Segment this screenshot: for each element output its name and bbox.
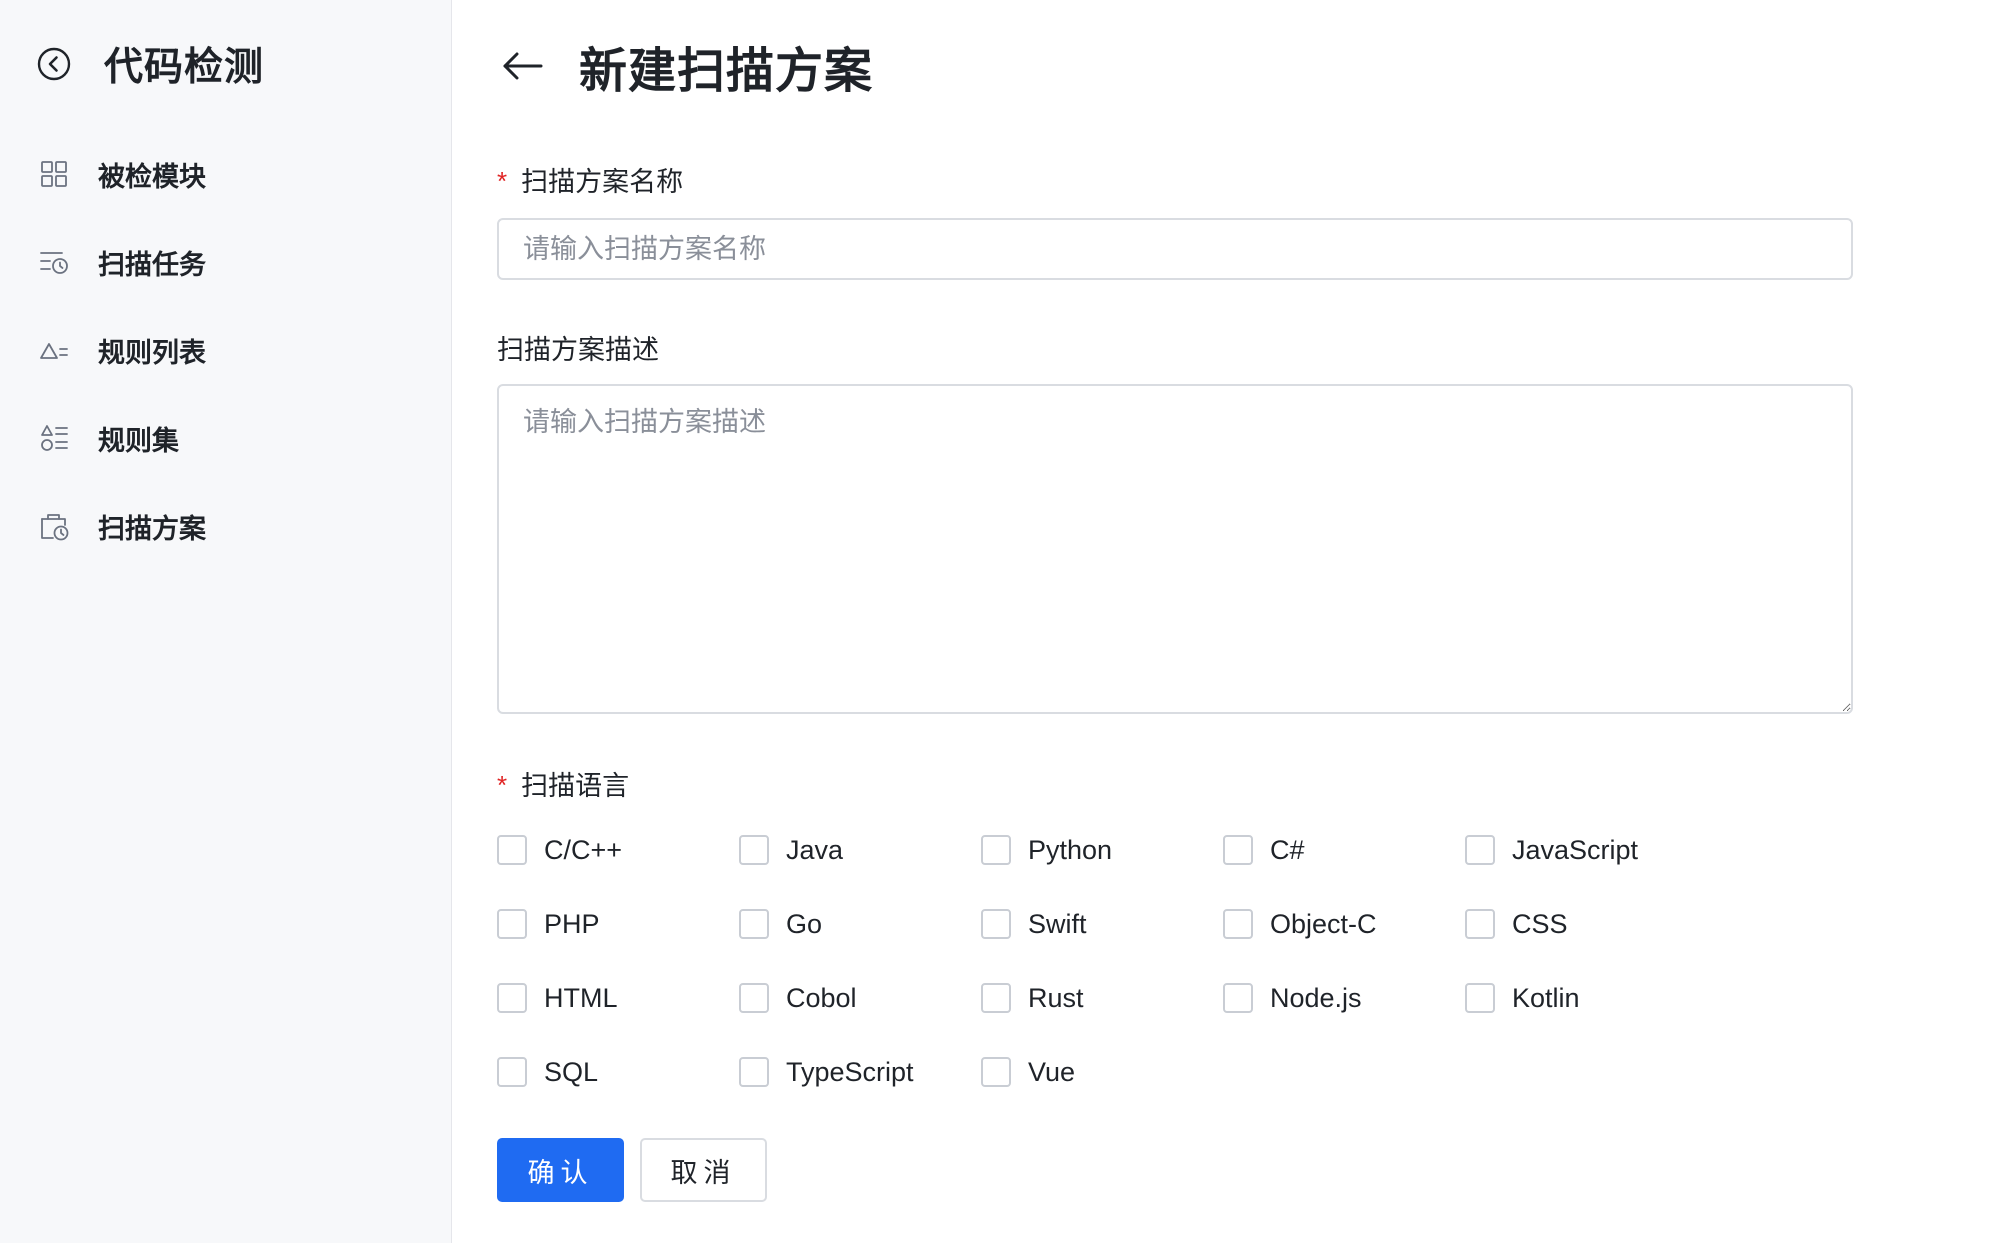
checkbox-label: Go bbox=[786, 908, 823, 939]
checkbox-box[interactable] bbox=[739, 983, 769, 1013]
checkbox-object-c[interactable]: Object-C bbox=[1223, 904, 1377, 944]
checkbox-label: Object-C bbox=[1270, 908, 1377, 939]
sidebar-title: 代码检测 bbox=[104, 46, 265, 89]
checkbox-javascript[interactable]: JavaScript bbox=[1465, 830, 1638, 870]
name-label-text: 扫描方案名称 bbox=[521, 167, 684, 197]
checkbox-box[interactable] bbox=[497, 983, 527, 1013]
plan-name-input[interactable] bbox=[497, 218, 1853, 280]
required-mark: * bbox=[497, 770, 508, 800]
checkbox-typescript[interactable]: TypeScript bbox=[739, 1052, 914, 1092]
sidebar-header: 代码检测 bbox=[36, 40, 264, 89]
checkbox-label: C# bbox=[1270, 834, 1305, 865]
checkbox-label: Node.js bbox=[1270, 982, 1362, 1013]
checkbox-box[interactable] bbox=[981, 835, 1011, 865]
checkbox-box[interactable] bbox=[739, 835, 769, 865]
page-title: 新建扫描方案 bbox=[579, 45, 874, 98]
plan-description-textarea[interactable] bbox=[497, 384, 1853, 714]
checkbox-box[interactable] bbox=[981, 909, 1011, 939]
checkbox-box[interactable] bbox=[739, 1057, 769, 1087]
checkbox-box[interactable] bbox=[1223, 909, 1253, 939]
sidebar-item-label: 规则集 bbox=[98, 425, 179, 456]
checkbox-label: Kotlin bbox=[1512, 982, 1580, 1013]
required-mark: * bbox=[497, 166, 508, 196]
checkbox-box[interactable] bbox=[497, 835, 527, 865]
sidebar-item-label: 扫描方案 bbox=[98, 513, 206, 544]
checkbox-html[interactable]: HTML bbox=[497, 978, 618, 1018]
checkbox-box[interactable] bbox=[981, 1057, 1011, 1087]
checkbox-box[interactable] bbox=[497, 909, 527, 939]
checkbox-cobol[interactable]: Cobol bbox=[739, 978, 857, 1018]
checkbox-box[interactable] bbox=[981, 983, 1011, 1013]
sidebar-item-label: 扫描任务 bbox=[98, 249, 206, 280]
checkbox-go[interactable]: Go bbox=[739, 904, 822, 944]
checkbox-label: TypeScript bbox=[786, 1056, 914, 1087]
checkbox-box[interactable] bbox=[1465, 983, 1495, 1013]
lang-field-label: * 扫描语言 bbox=[497, 764, 629, 803]
rule-set-icon bbox=[36, 420, 72, 456]
sidebar-item-modules[interactable]: 被检模块 bbox=[36, 130, 436, 218]
checkbox-box[interactable] bbox=[1465, 909, 1495, 939]
cancel-button[interactable]: 取消 bbox=[640, 1138, 767, 1202]
sidebar-item-tasks[interactable]: 扫描任务 bbox=[36, 218, 436, 306]
checkbox-box[interactable] bbox=[1223, 983, 1253, 1013]
main-content: 新建扫描方案 * 扫描方案名称 扫描方案描述 * 扫描语言 C/C++ Java… bbox=[453, 0, 2000, 1243]
confirm-button[interactable]: 确认 bbox=[497, 1138, 624, 1202]
task-clock-icon bbox=[36, 244, 72, 280]
grid-icon bbox=[36, 156, 72, 192]
page-header: 新建扫描方案 bbox=[497, 36, 873, 98]
checkbox-nodejs[interactable]: Node.js bbox=[1223, 978, 1362, 1018]
checkbox-css[interactable]: CSS bbox=[1465, 904, 1568, 944]
checkbox-label: HTML bbox=[544, 982, 618, 1013]
checkbox-label: Python bbox=[1028, 834, 1113, 865]
checkbox-label: Vue bbox=[1028, 1056, 1076, 1087]
checkbox-kotlin[interactable]: Kotlin bbox=[1465, 978, 1580, 1018]
checkbox-label: PHP bbox=[544, 908, 600, 939]
checkbox-label: JavaScript bbox=[1512, 834, 1639, 865]
scan-plan-icon bbox=[36, 508, 72, 544]
checkbox-label: C/C++ bbox=[544, 834, 623, 865]
checkbox-box[interactable] bbox=[497, 1057, 527, 1087]
checkbox-box[interactable] bbox=[739, 909, 769, 939]
checkbox-label: Rust bbox=[1028, 982, 1084, 1013]
checkbox-rust[interactable]: Rust bbox=[981, 978, 1084, 1018]
checkbox-php[interactable]: PHP bbox=[497, 904, 600, 944]
sidebar-item-rules[interactable]: 规则列表 bbox=[36, 306, 436, 394]
checkbox-label: Swift bbox=[1028, 908, 1087, 939]
desc-label-text: 扫描方案描述 bbox=[497, 335, 659, 365]
checkbox-csharp[interactable]: C# bbox=[1223, 830, 1305, 870]
checkbox-label: SQL bbox=[544, 1056, 599, 1087]
sidebar-item-label: 被检模块 bbox=[98, 161, 206, 192]
checkbox-swift[interactable]: Swift bbox=[981, 904, 1087, 944]
checkbox-python[interactable]: Python bbox=[981, 830, 1112, 870]
rule-list-icon bbox=[36, 332, 72, 368]
sidebar: 代码检测 被检模块 扫描任务 规则列表 规则集 扫描方案 bbox=[0, 0, 452, 1243]
checkbox-java[interactable]: Java bbox=[739, 830, 843, 870]
checkbox-label: CSS bbox=[1512, 908, 1568, 939]
sidebar-item-label: 规则列表 bbox=[98, 337, 206, 368]
name-field-label: * 扫描方案名称 bbox=[497, 160, 683, 199]
checkbox-vue[interactable]: Vue bbox=[981, 1052, 1075, 1092]
sidebar-item-scan-plans[interactable]: 扫描方案 bbox=[36, 482, 436, 570]
checkbox-label: Java bbox=[786, 834, 844, 865]
checkbox-sql[interactable]: SQL bbox=[497, 1052, 598, 1092]
checkbox-c-cpp[interactable]: C/C++ bbox=[497, 830, 622, 870]
arrow-left-icon[interactable] bbox=[497, 40, 549, 92]
circle-back-icon[interactable] bbox=[36, 46, 72, 82]
checkbox-box[interactable] bbox=[1223, 835, 1253, 865]
checkbox-box[interactable] bbox=[1465, 835, 1495, 865]
sidebar-item-rule-sets[interactable]: 规则集 bbox=[36, 394, 436, 482]
sidebar-nav: 被检模块 扫描任务 规则列表 规则集 扫描方案 bbox=[36, 130, 436, 570]
lang-label-text: 扫描语言 bbox=[521, 771, 630, 801]
desc-field-label: 扫描方案描述 bbox=[497, 328, 659, 367]
checkbox-label: Cobol bbox=[786, 982, 857, 1013]
